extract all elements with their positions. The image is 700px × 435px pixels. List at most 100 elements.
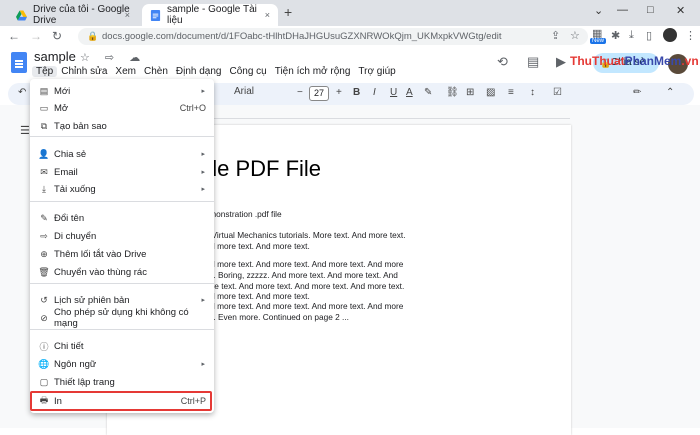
sidebar-icon[interactable]: ▯ (646, 29, 652, 42)
menu-format[interactable]: Định dạng (172, 66, 226, 77)
download-icon[interactable]: ⤓ (629, 29, 634, 42)
tab-search-icon[interactable]: ⌄ (594, 4, 603, 17)
line-spacing-icon[interactable]: ↕ (530, 87, 535, 98)
menu-item-label: Chia sẻ (54, 148, 87, 160)
tab-title: sample - Google Tài liệu (167, 4, 257, 26)
puzzle-icon[interactable]: ✱ (611, 29, 620, 42)
menu-extensions[interactable]: Tiện ích mở rộng (271, 66, 355, 77)
profile-avatar[interactable] (663, 28, 677, 42)
menu-item-email[interactable]: ✉ Email ▸ (30, 163, 214, 181)
menu-item-make-copy[interactable]: ⧉ Tạo bản sao (30, 117, 214, 135)
email-icon: ✉ (40, 166, 48, 177)
more-icon[interactable]: ⋮ (685, 29, 696, 42)
url-input[interactable]: 🔒 docs.google.com/document/d/1FOabc-tHlh… (78, 28, 588, 45)
menu-item-rename[interactable]: ✎ Đổi tên (30, 209, 214, 227)
doc-heading: ple PDF File (200, 156, 322, 181)
close-tab-icon[interactable]: × (265, 10, 270, 20)
back-icon[interactable]: ← (8, 29, 20, 43)
rename-icon: ✎ (40, 212, 48, 223)
submenu-arrow-icon: ▸ (201, 151, 205, 158)
new-tab-button[interactable]: + (284, 4, 292, 20)
editing-mode-icon[interactable]: ✏ (633, 87, 641, 98)
page-setup-icon: ▢ (39, 376, 49, 387)
text-color-icon[interactable]: A (406, 87, 413, 98)
submenu-arrow-icon: ▸ (201, 169, 205, 176)
submenu-arrow-icon: ▸ (201, 361, 205, 368)
menu-item-label: Cho phép sử dụng khi không có mạng (54, 307, 189, 329)
menu-item-label: Chuyển vào thùng rác (54, 266, 147, 278)
google-docs-icon (150, 9, 161, 21)
menu-item-move-to-trash[interactable]: 🗑 Chuyển vào thùng rác (30, 263, 214, 281)
outline-icon[interactable]: ☰ (20, 124, 30, 137)
menu-item-details[interactable]: ⓘ Chi tiết (30, 337, 214, 355)
watermark-logo: ThuThuatPhanMem.vn (570, 54, 699, 68)
watermark-part: .vn (681, 54, 699, 68)
tab-google-docs[interactable]: sample - Google Tài liệu × (142, 4, 278, 26)
menu-file[interactable]: Tệp (32, 66, 58, 77)
share-page-icon[interactable]: ⇪ (551, 29, 560, 42)
menu-edit[interactable]: Chỉnh sửa (57, 66, 111, 77)
link-icon[interactable]: ⛓ (446, 87, 459, 98)
menu-item-language[interactable]: 🌐 Ngôn ngữ ▸ (30, 355, 214, 373)
add-shortcut-icon: ⊕ (40, 248, 48, 259)
comment-icon[interactable]: ⊞ (466, 87, 474, 98)
highlight-icon[interactable]: ✎ (424, 87, 432, 98)
reload-icon[interactable]: ↻ (52, 29, 62, 43)
watermark-part: ThuThuat (570, 54, 625, 68)
forward-icon[interactable]: → (30, 29, 42, 43)
menu-help[interactable]: Trợ giúp (354, 66, 399, 77)
bold-icon[interactable]: B (353, 87, 360, 98)
lock-icon: 🔒 (87, 31, 99, 41)
print-highlight-box (30, 391, 212, 411)
menu-item-label: Ngôn ngữ (54, 358, 97, 370)
menu-item-label: Tải xuống (54, 183, 96, 195)
comments-icon[interactable]: ▤ (527, 54, 539, 70)
submenu-arrow-icon: ▸ (201, 88, 205, 95)
doc-title[interactable]: sample (34, 49, 76, 64)
bookmark-star-icon[interactable]: ☆ (570, 29, 580, 42)
align-icon[interactable]: ≡ (508, 87, 514, 98)
history-icon[interactable]: ⟲ (497, 54, 508, 70)
menu-item-label: Di chuyển (54, 230, 97, 242)
font-size-input[interactable]: 27 (309, 86, 329, 101)
menu-item-download[interactable]: ⤓ Tải xuống ▸ (30, 180, 214, 198)
tab-google-drive[interactable]: Drive của tôi - Google Drive × (8, 4, 138, 26)
italic-icon[interactable]: I (373, 87, 376, 98)
extension-icon[interactable]: ▦ New (590, 27, 607, 44)
menu-item-label: Mới (54, 85, 71, 97)
menu-view[interactable]: Xem (111, 66, 140, 77)
decrease-size-icon[interactable]: − (297, 87, 303, 98)
address-bar-row: ← → ↻ 🔒 docs.google.com/document/d/1FOab… (0, 26, 700, 46)
new-icon: ▤ (39, 85, 49, 96)
menu-item-add-shortcut[interactable]: ⊕ Thêm lối tắt vào Drive (30, 245, 214, 263)
docs-logo-icon[interactable] (11, 52, 27, 73)
menu-item-open[interactable]: ▭ Mở Ctrl+O (30, 99, 214, 117)
font-select[interactable]: Arial (234, 86, 254, 97)
menu-divider (30, 283, 214, 284)
underline-icon[interactable]: U (390, 87, 397, 98)
paragraph: And more text. And more text. And more t… (200, 259, 405, 302)
menu-insert[interactable]: Chèn (140, 66, 172, 77)
undo-icon[interactable]: ↶ (18, 87, 26, 98)
close-tab-icon[interactable]: × (125, 10, 130, 20)
checklist-icon[interactable]: ☑ (553, 87, 562, 98)
menu-item-page-setup[interactable]: ▢ Thiết lập trang (30, 373, 214, 391)
menu-item-move[interactable]: ⇨ Di chuyển (30, 227, 214, 245)
close-window-button[interactable]: ✕ (676, 4, 685, 17)
collapse-icon[interactable]: ⌃ (666, 87, 674, 98)
maximize-button[interactable]: □ (647, 4, 654, 16)
minimize-button[interactable]: — (617, 4, 628, 16)
paragraph: And more text. And more text. And more t… (200, 301, 404, 322)
menu-tools[interactable]: Công cụ (225, 66, 270, 77)
make-copy-icon: ⧉ (40, 120, 48, 131)
menu-item-offline[interactable]: ⊘ Cho phép sử dụng khi không có mạng (30, 307, 214, 329)
menu-item-label: Chi tiết (54, 340, 84, 352)
new-badge: New (590, 38, 607, 44)
menu-item-new[interactable]: ▤ Mới ▸ (30, 82, 214, 100)
image-icon[interactable]: ▨ (486, 87, 495, 98)
horizontal-ruler (180, 107, 570, 119)
meet-icon[interactable]: ▶ (556, 54, 566, 70)
menu-item-share[interactable]: 👤 Chia sẻ ▸ (30, 145, 214, 163)
star-move-cloud-icons[interactable]: ☆ ⇨ ☁ (80, 51, 146, 64)
increase-size-icon[interactable]: + (336, 87, 342, 98)
